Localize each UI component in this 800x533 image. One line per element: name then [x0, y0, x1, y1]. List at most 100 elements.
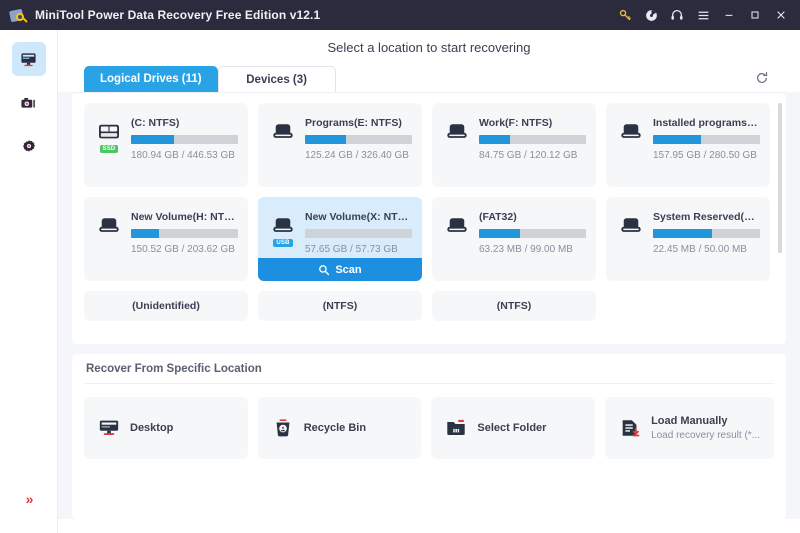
drive-size: 157.95 GB / 280.50 GB [653, 150, 757, 161]
sidebar-item-data-recovery[interactable] [11, 42, 46, 76]
drive-usage-bar [479, 229, 586, 238]
drive-usage-bar [653, 229, 760, 238]
main-content: Select a location to start recovering Lo… [58, 30, 800, 533]
sidebar-item-settings[interactable] [12, 130, 46, 164]
drive-card[interactable]: Work(F: NTFS) 84.75 GB / 120.12 GB [432, 103, 596, 187]
drive-icon [442, 117, 472, 142]
drive-size: 22.45 MB / 50.00 MB [653, 244, 747, 255]
drives-panel: SSD (C: NTFS) 180.94 GB / 446.53 GB Program… [72, 92, 786, 344]
drive-name: (C: NTFS) [131, 117, 180, 129]
drive-name: System Reserved(NTFS) [653, 211, 760, 223]
key-icon[interactable] [612, 2, 638, 28]
drive-name: (Unidentified) [132, 300, 200, 312]
drive-info: New Volume(X: NTFS) 57.65 GB / 57.73 GB [305, 211, 412, 255]
drive-card[interactable]: Programs(E: NTFS) 125.24 GB / 326.40 GB [258, 103, 422, 187]
title-bar: MiniTool Power Data Recovery Free Editio… [0, 0, 800, 30]
drives-scroll-area[interactable]: SSD (C: NTFS) 180.94 GB / 446.53 GB Program… [84, 103, 770, 344]
drive-card[interactable]: New Volume(H: NTFS) 150.52 GB / 203.62 GB [84, 197, 248, 281]
recover-location-label: Select Folder [477, 422, 547, 434]
recover-location-text: Desktop [130, 422, 173, 434]
recover-location-label: Load Manually [651, 415, 728, 427]
sidebar-item-snapshot[interactable] [12, 86, 46, 120]
drive-usage-bar [653, 135, 760, 144]
drive-size: 125.24 GB / 326.40 GB [305, 150, 409, 161]
drive-card[interactable]: Installed programs(G: ... 157.95 GB / 280… [606, 103, 770, 187]
drives-scrollbar[interactable] [778, 103, 782, 253]
hamburger-menu-icon[interactable] [690, 2, 716, 28]
application-window: MiniTool Power Data Recovery Free Editio… [0, 0, 800, 533]
close-icon[interactable] [768, 2, 794, 28]
drive-info: (FAT32) 63.23 MB / 99.00 MB [479, 211, 586, 255]
drive-card[interactable]: (Unidentified) [84, 291, 248, 321]
drive-icon: USB [268, 211, 298, 247]
drive-card-inner: USB New Volume(X: NTFS) 57.65 GB / 57.73 G… [258, 197, 422, 255]
drive-size: 63.23 MB / 99.00 MB [479, 244, 573, 255]
magnifier-icon [318, 264, 330, 276]
load-file-icon [619, 417, 641, 439]
page-title: Select a location to start recovering [327, 39, 531, 55]
drive-card[interactable]: System Reserved(NTFS) 22.45 MB / 50.00 MB [606, 197, 770, 281]
disc-icon[interactable] [638, 2, 664, 28]
minitool-logo-icon [8, 7, 28, 24]
tabs-bar: Logical Drives (11) Devices (3) [58, 64, 800, 92]
chevron-right-icon: » [25, 491, 34, 507]
recover-from-location-panel: Recover From Specific Location Desktop Re… [72, 354, 786, 519]
drive-card-inner: SSD (C: NTFS) 180.94 GB / 446.53 GB [84, 103, 248, 161]
drives-grid: SSD (C: NTFS) 180.94 GB / 446.53 GB Program… [84, 103, 770, 281]
headset-icon[interactable] [664, 2, 690, 28]
hdd-icon: SSD [94, 117, 124, 153]
camera-icon [20, 95, 37, 112]
drive-card[interactable]: USB New Volume(X: NTFS) 57.65 GB / 57.73 G… [258, 197, 422, 281]
drive-usage-bar [131, 135, 238, 144]
drive-size: 180.94 GB / 446.53 GB [131, 150, 235, 161]
drive-card-inner: (FAT32) 63.23 MB / 99.00 MB [432, 197, 596, 255]
window-body: » Select a location to start recovering … [0, 30, 800, 533]
drive-card-inner: System Reserved(NTFS) 22.45 MB / 50.00 MB [606, 197, 770, 255]
drive-card[interactable]: (NTFS) [432, 291, 596, 321]
refresh-icon[interactable] [750, 66, 774, 90]
drive-badge: USB [273, 239, 293, 247]
recover-location-card[interactable]: Select Folder [431, 397, 596, 459]
recover-location-card[interactable]: Recycle Bin [257, 397, 422, 459]
drive-info: New Volume(H: NTFS) 150.52 GB / 203.62 GB [131, 211, 238, 255]
tab-logical-drives[interactable]: Logical Drives (11) [84, 66, 218, 92]
maximize-icon[interactable] [742, 2, 768, 28]
scan-button[interactable]: Scan [258, 258, 422, 281]
recover-location-card[interactable]: Load Manually Load recovery result (*... [605, 397, 774, 459]
recover-location-text: Recycle Bin [304, 422, 366, 434]
recover-location-card[interactable]: Desktop [84, 397, 248, 459]
minimize-icon[interactable] [716, 2, 742, 28]
drive-usage-bar [305, 135, 412, 144]
drive-size: 84.75 GB / 120.12 GB [479, 150, 578, 161]
drive-size: 150.52 GB / 203.62 GB [131, 244, 235, 255]
drive-info: System Reserved(NTFS) 22.45 MB / 50.00 MB [653, 211, 760, 255]
bottom-strip [58, 519, 800, 533]
drive-icon [94, 211, 124, 236]
folder-icon [445, 417, 467, 439]
drive-icon [616, 117, 646, 142]
scan-button-label: Scan [335, 263, 362, 276]
gear-icon [21, 139, 37, 155]
partial-drives-grid: (Unidentified) (NTFS) (NTFS) [84, 291, 770, 321]
tab-devices[interactable]: Devices (3) [217, 66, 336, 92]
drive-card-inner: Installed programs(G: ... 157.95 GB / 280… [606, 103, 770, 161]
drive-name: Installed programs(G: ... [653, 117, 760, 129]
drive-card[interactable]: (FAT32) 63.23 MB / 99.00 MB [432, 197, 596, 281]
drive-card[interactable]: SSD (C: NTFS) 180.94 GB / 446.53 GB [84, 103, 248, 187]
drive-name: (FAT32) [479, 211, 517, 223]
drive-usage-bar [305, 229, 412, 238]
drive-name: Programs(E: NTFS) [305, 117, 402, 129]
drive-card-inner: Programs(E: NTFS) 125.24 GB / 326.40 GB [258, 103, 422, 161]
drive-icon [442, 211, 472, 236]
drive-card[interactable]: (NTFS) [258, 291, 422, 321]
sidebar-expand-button[interactable]: » [0, 491, 57, 507]
drive-icon [268, 117, 298, 142]
drive-name: (NTFS) [496, 300, 532, 312]
monitor-icon [20, 51, 37, 68]
recover-location-sub: Load recovery result (*... [651, 430, 760, 441]
recover-location-label: Recycle Bin [303, 422, 367, 434]
recycle-bin-icon [272, 417, 294, 439]
drive-icon [616, 211, 646, 236]
drive-size: 57.65 GB / 57.73 GB [305, 244, 398, 255]
recover-location-text: Load Manually Load recovery result (*... [651, 415, 760, 441]
